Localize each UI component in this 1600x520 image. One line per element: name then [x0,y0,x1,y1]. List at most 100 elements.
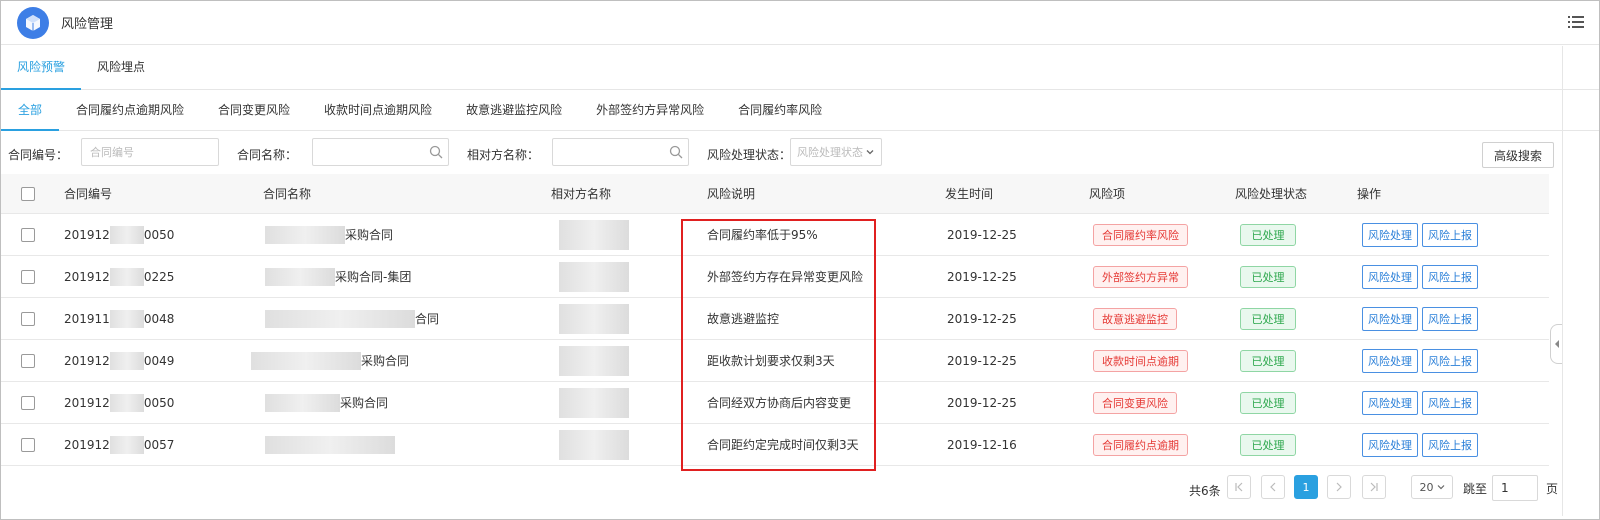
contract-no-cell: 201912 0225 [64,256,174,297]
contract-no-suffix: 0048 [143,311,175,326]
goto-page-input[interactable] [1492,475,1538,501]
contract-no-cell: 201912 0057 [64,424,174,465]
tab-risk-warning[interactable]: 风险预警 [1,46,82,90]
contract-no-cell: 201911 0048 [64,298,174,339]
row-checkbox[interactable] [21,269,35,284]
app-logo-cube-icon [17,6,49,39]
total-count: 共6条 [1189,484,1221,498]
select-all-checkbox[interactable] [21,186,35,201]
prev-page-icon[interactable] [1261,475,1285,499]
tab-external-party-abnormal[interactable]: 外部签约方异常风险 [579,91,721,130]
counterparty-cell [559,214,629,255]
table-row: 201912 0050 采购合同 合同履约率低于95% 2019-12-25 合同履约率风… [1,214,1549,256]
handle-risk-button[interactable]: 风险处理 [1362,222,1418,247]
occurred-date-cell: 2019-12-25 [947,311,1017,326]
table-body: 201912 0050 采购合同 合同履约率低于95% 2019-12-25 合同履约率风… [1,214,1549,466]
tab-collection-overdue[interactable]: 收款时间点逾期风险 [307,91,449,130]
row-checkbox[interactable] [21,227,35,242]
row-checkbox[interactable] [21,437,35,452]
app-header: 风险管理 [1,1,1599,45]
report-risk-button[interactable]: 风险上报 [1422,390,1478,415]
contract-no-prefix: 201912 [64,395,110,410]
page-number-button[interactable]: 1 [1294,475,1318,499]
search-icon[interactable] [669,145,683,159]
contract-name-label: 合同名称： [237,148,298,162]
status-select[interactable]: 风险处理状态 [790,138,882,166]
main-tabs: 风险预警 风险埋点 [1,46,1599,90]
row-checkbox[interactable] [21,311,35,326]
redacted-blur [559,303,629,334]
table-row: 201911 0048 合同 故意逃避监控 2019-12-25 故意逃避监控 已处理 风险处… [1,298,1549,340]
redacted-blur [559,429,629,460]
handle-risk-button[interactable]: 风险处理 [1362,348,1418,373]
first-page-icon[interactable] [1227,475,1251,499]
chevron-down-icon [866,150,874,155]
contract-name-cell: 采购合同 [265,214,393,255]
contract-name-cell [265,424,395,465]
contract-name-suffix: 合同 [415,312,440,326]
handle-risk-button[interactable]: 风险处理 [1362,432,1418,457]
report-risk-button[interactable]: 风险上报 [1422,306,1478,331]
column-header: 合同名称 [263,187,312,201]
column-header: 合同编号 [64,187,113,201]
redacted-blur [265,225,345,244]
handle-risk-button[interactable]: 风险处理 [1362,264,1418,289]
status-badge: 已处理 [1240,265,1296,288]
redacted-blur [109,435,144,454]
risk-description-cell: 合同履约率低于95% [707,228,818,242]
column-header: 相对方名称 [551,187,612,201]
redacted-blur [265,309,415,328]
collapse-handle-icon[interactable] [1550,324,1562,364]
counterparty-cell [559,298,629,339]
occurred-date-cell: 2019-12-25 [947,395,1017,410]
report-risk-button[interactable]: 风险上报 [1422,348,1478,373]
handle-risk-button[interactable]: 风险处理 [1362,306,1418,331]
next-page-icon[interactable] [1327,475,1351,499]
row-checkbox[interactable] [21,353,35,368]
contract-name-suffix: 采购合同 [361,354,410,368]
report-risk-button[interactable]: 风险上报 [1422,432,1478,457]
status-filter-label: 风险处理状态： [707,148,792,162]
tab-risk-tracking[interactable]: 风险埋点 [81,46,161,89]
pagination: 共6条 1 20 跳至 页 [1,475,1599,503]
risk-type-tabs: 全部 合同履约点逾期风险 合同变更风险 收款时间点逾期风险 故意逃避监控风险 外… [1,91,1599,131]
risk-item-badge: 合同履约点逾期 [1093,433,1188,456]
last-page-icon[interactable] [1362,475,1386,499]
page-size-select[interactable]: 20 [1411,475,1453,499]
contract-no-prefix: 201911 [64,311,110,326]
column-header: 风险处理状态 [1235,187,1308,201]
table-header: 合同编号 合同名称 相对方名称 风险说明 发生时间 风险项 风险处理状态 操作 [1,174,1549,214]
report-risk-button[interactable]: 风险上报 [1422,264,1478,289]
contract-no-suffix: 0049 [143,353,175,368]
report-risk-button[interactable]: 风险上报 [1422,222,1478,247]
app-title: 风险管理 [61,17,114,32]
contract-no-label: 合同编号： [8,148,69,162]
tab-performance-point-overdue[interactable]: 合同履约点逾期风险 [59,91,201,130]
tab-performance-rate[interactable]: 合同履约率风险 [721,91,839,130]
list-menu-icon[interactable] [1567,13,1585,31]
tab-contract-change[interactable]: 合同变更风险 [201,91,307,130]
contract-no-suffix: 0057 [143,437,175,452]
column-header: 操作 [1357,187,1382,201]
contract-no-input[interactable] [81,138,219,166]
redacted-blur [265,435,395,454]
contract-no-suffix: 0225 [143,269,175,284]
occurred-date-cell: 2019-12-25 [947,269,1017,284]
search-icon[interactable] [429,145,443,159]
risk-item-badge: 合同履约率风险 [1093,223,1188,246]
tab-evasion[interactable]: 故意逃避监控风险 [449,91,579,130]
status-badge: 已处理 [1240,433,1296,456]
advanced-search-button[interactable]: 高级搜索 [1482,142,1554,168]
risk-item-badge: 合同变更风险 [1093,391,1177,414]
chevron-down-icon [1437,485,1444,490]
tab-all[interactable]: 全部 [1,91,60,131]
risk-table: 合同编号 合同名称 相对方名称 风险说明 发生时间 风险项 风险处理状态 操作 … [1,174,1549,466]
redacted-blur [559,387,629,418]
contract-name-suffix: 采购合同 [345,228,394,242]
counterparty-label: 相对方名称： [467,148,540,162]
table-row: 201912 0057 合同距约定完成时间仅剩3天 2019-12-16 合同履约点逾期… [1,424,1549,466]
contract-name-cell: 合同 [265,298,439,339]
row-checkbox[interactable] [21,395,35,410]
handle-risk-button[interactable]: 风险处理 [1362,390,1418,415]
page-unit-label: 页 [1546,482,1559,496]
